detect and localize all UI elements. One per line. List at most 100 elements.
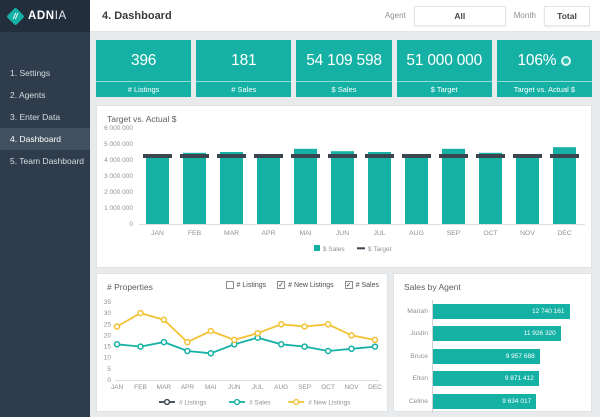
- x-tick: NOV: [520, 230, 535, 237]
- sales-bar-SEP: [442, 149, 465, 224]
- data-point: [138, 311, 143, 316]
- y-tick: 10: [104, 355, 112, 362]
- x-tick: AUG: [409, 230, 424, 237]
- target-chart-title: Target vs. Actual $: [97, 106, 591, 124]
- y-tick: 35: [104, 299, 112, 306]
- month-filter-select[interactable]: Total: [544, 6, 590, 26]
- sales-bar-MAR: [220, 152, 243, 224]
- kpi-value: 54 109 598: [296, 40, 391, 81]
- x-tick: MAI: [299, 230, 311, 237]
- logo-text: ADNIA: [28, 10, 67, 22]
- kpi-label: $ Target: [397, 81, 492, 97]
- x-tick: APR: [262, 230, 276, 237]
- kpi-card: 51 000 000 $ Target: [397, 40, 492, 97]
- data-point: [255, 331, 260, 336]
- kpi-value: 181: [196, 40, 291, 81]
- data-point: [279, 322, 284, 327]
- data-point: [349, 333, 354, 338]
- agent-sales-bar: 9 957 688: [433, 349, 540, 364]
- y-tick: 15: [104, 344, 112, 351]
- agent-filter-select[interactable]: All: [414, 6, 506, 26]
- agent-name: Celine: [404, 398, 432, 405]
- agent-plot: 9 957 688: [432, 345, 583, 368]
- kpi-value: 106%: [497, 40, 592, 81]
- sidebar-item-4[interactable]: 4. Dashboard: [0, 128, 90, 150]
- target-marker-JUL: [365, 154, 394, 158]
- legend-target-label: $ Target: [368, 246, 392, 253]
- sales-by-agent-panel: Sales by Agent Mariah 12 740 161 Justin …: [393, 273, 592, 412]
- sales-bar-JUL: [368, 152, 391, 224]
- agent-row: Bruce 9 957 688: [404, 345, 583, 368]
- sidebar-item-1[interactable]: 1. Settings: [0, 62, 90, 84]
- legend-marker-icon: [294, 400, 299, 405]
- properties-panel: # Properties # Listings ✓# New Listings …: [96, 273, 388, 412]
- checkbox-icon[interactable]: [226, 281, 234, 289]
- y-tick: 4 000 000: [104, 157, 133, 164]
- sidebar-item-2[interactable]: 2. Agents: [0, 84, 90, 106]
- agent-plot: 11 926 320: [432, 323, 583, 346]
- agent-name: Bruce: [404, 353, 432, 360]
- kpi-card: 396 # Listings: [96, 40, 191, 97]
- checkbox-icon[interactable]: ✓: [277, 281, 285, 289]
- agent-chart-title: Sales by Agent: [394, 274, 591, 292]
- adnia-logo-icon: //: [6, 7, 24, 25]
- x-tick: OCT: [321, 384, 335, 391]
- sidebar-item-3[interactable]: 3. Enter Data: [0, 106, 90, 128]
- sales-bar-FEB: [183, 153, 206, 224]
- x-tick: APR: [181, 384, 195, 391]
- sales-bar-APR: [257, 154, 280, 224]
- legend-label: # New Listings: [308, 399, 351, 406]
- data-point: [232, 337, 237, 342]
- kpi-card: 181 # Sales: [196, 40, 291, 97]
- y-tick: 25: [104, 321, 112, 328]
- x-tick: JUN: [336, 230, 349, 237]
- sidebar-item-5[interactable]: 5. Team Dashboard: [0, 150, 90, 172]
- filters: Agent All Month Total: [385, 6, 600, 26]
- agent-name: Justin: [404, 330, 432, 337]
- x-tick: FEB: [188, 230, 202, 237]
- kpi-label: $ Sales: [296, 81, 391, 97]
- data-point: [161, 317, 166, 322]
- data-point: [185, 340, 190, 345]
- y-tick: 20: [104, 332, 112, 339]
- data-point: [279, 342, 284, 347]
- data-point: [302, 324, 307, 329]
- agent-row: Justin 11 926 320: [404, 323, 583, 346]
- y-tick: 5: [107, 366, 111, 373]
- kpi-label: Target vs. Actual $: [497, 81, 592, 97]
- x-tick: JAN: [111, 384, 124, 391]
- page-title: 4. Dashboard: [90, 10, 172, 22]
- x-tick: SEP: [298, 384, 311, 391]
- legend-marker-icon: [165, 400, 170, 405]
- target-marker-AUG: [402, 154, 431, 158]
- sales-bar-DEC: [553, 147, 576, 224]
- sidebar-menu: 1. Settings2. Agents3. Enter Data4. Dash…: [0, 62, 90, 172]
- x-tick: MAI: [205, 384, 217, 391]
- target-marker-MAR: [217, 154, 246, 158]
- y-tick: 0: [129, 221, 133, 228]
- checkbox-listings[interactable]: # Listings: [226, 281, 267, 289]
- legend-target-icon: [357, 247, 365, 249]
- target-chart-svg: 01 000 0002 000 0003 000 0004 000 0005 0…: [97, 124, 591, 262]
- agent-row: Celine 9 634 017: [404, 390, 583, 413]
- y-tick: 6 000 000: [104, 125, 133, 132]
- agent-sales-value: 12 740 161: [532, 308, 570, 315]
- agent-sales-bar: 12 740 161: [433, 304, 570, 319]
- agent-plot: 9 871 412: [432, 368, 583, 391]
- app-root: // ADNIA 1. Settings2. Agents3. Enter Da…: [0, 0, 600, 417]
- kpi-value: 396: [96, 40, 191, 81]
- agent-name: Mariah: [404, 308, 432, 315]
- data-point: [349, 346, 354, 351]
- target-vs-actual-panel: Target vs. Actual $ 01 000 0002 000 0003…: [96, 105, 592, 268]
- agent-filter-label: Agent: [385, 11, 406, 20]
- target-marker-SEP: [439, 154, 468, 158]
- series-line: [117, 313, 375, 342]
- checkbox-newlistings[interactable]: ✓# New Listings: [277, 281, 334, 289]
- x-tick: MAR: [157, 384, 172, 391]
- data-point: [302, 344, 307, 349]
- properties-chart: 05101520253035JANFEBMARAPRMAIJUNJULAUGSE…: [97, 292, 387, 417]
- data-point: [326, 349, 331, 354]
- topbar: 4. Dashboard Agent All Month Total: [90, 0, 600, 32]
- checkbox-sales[interactable]: ✓# Sales: [345, 281, 379, 289]
- checkbox-icon[interactable]: ✓: [345, 281, 353, 289]
